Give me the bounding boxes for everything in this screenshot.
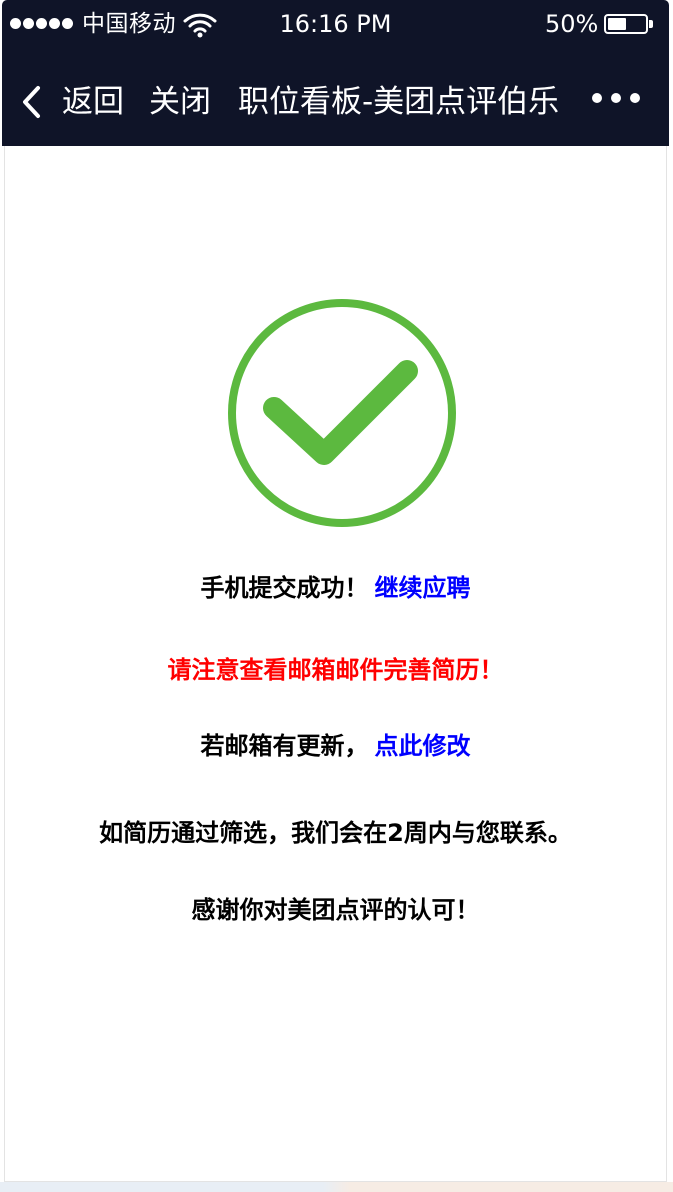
status-bar: 中国移动 16:16 PM 50% [2,0,669,50]
page-title: 职位看板-美团点评伯乐 [238,84,560,120]
battery-icon [604,14,648,34]
thanks-message: 感谢你对美团点评的认可！ [191,896,480,924]
bottom-edge [0,1182,673,1192]
update-text: 若邮箱有更新， [200,732,369,760]
contact-message: 如简历通过筛选，我们会在2周内与您联系。 [99,819,572,847]
battery-fill [608,18,626,30]
update-email-message: 若邮箱有更新， 点此修改 [5,726,666,766]
nav-bar: 返回 关闭 职位看板-美团点评伯乐 [2,58,669,146]
success-message: 手机提交成功！ 继续应聘 [5,568,666,608]
result-content: 手机提交成功！ 继续应聘 请注意查看邮箱邮件完善简历！ 若邮箱有更新， 点此修改 如… [4,146,667,1182]
chevron-left-icon [23,86,40,118]
email-notice: 请注意查看邮箱邮件完善简历！ [167,656,504,684]
battery-tip [649,20,653,28]
back-label: 返回 [62,84,124,120]
check-circle-icon [228,299,456,527]
success-text: 手机提交成功！ [200,574,369,602]
more-dots-icon[interactable] [592,93,640,103]
phone-screen: 中国移动 16:16 PM 50% 返回 关闭 职位看板-美团点评伯乐 手机提交… [0,0,673,1192]
edit-link[interactable]: 点此修改 [375,732,471,760]
continue-apply-link[interactable]: 继续应聘 [375,574,471,602]
close-button[interactable]: 关闭 [149,80,211,124]
app-header: 中国移动 16:16 PM 50% 返回 关闭 职位看板-美团点评伯乐 [2,0,669,146]
back-button[interactable]: 返回 [18,80,124,124]
battery-percent: 50% [545,10,599,38]
